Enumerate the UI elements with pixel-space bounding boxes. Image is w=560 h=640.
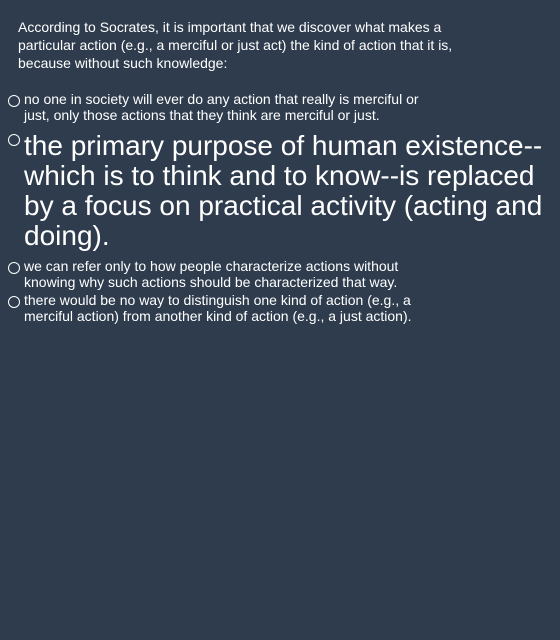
answer-option-4[interactable]: there would be no way to distinguish one… [8, 292, 560, 324]
answer-option-4-label: there would be no way to distinguish one… [24, 292, 412, 324]
question-text: According to Socrates, it is important t… [18, 19, 453, 71]
answer-option-1[interactable]: no one in society will ever do any actio… [8, 91, 560, 123]
answer-option-3-label: we can refer only to how people characte… [24, 258, 399, 290]
radio-button-4[interactable] [8, 296, 20, 308]
radio-button-3[interactable] [8, 262, 20, 274]
answer-options: no one in society will ever do any actio… [8, 90, 560, 324]
radio-button-2[interactable] [8, 134, 20, 146]
answer-option-2[interactable]: the primary purpose of human existence--… [8, 130, 560, 251]
answer-option-3[interactable]: we can refer only to how people characte… [8, 258, 560, 290]
answer-option-2-label: the primary purpose of human existence--… [24, 130, 543, 251]
radio-button-1[interactable] [8, 95, 20, 107]
answer-option-1-label: no one in society will ever do any actio… [24, 91, 419, 123]
